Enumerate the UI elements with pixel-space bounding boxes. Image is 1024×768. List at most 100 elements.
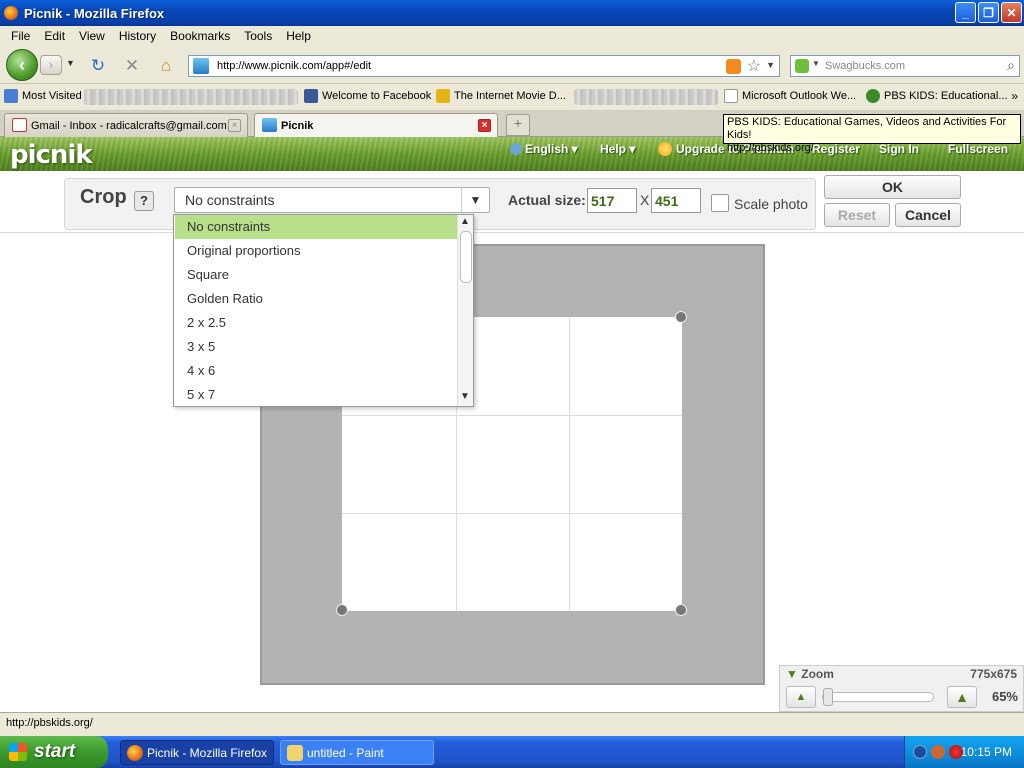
reset-button[interactable]: Reset	[824, 203, 890, 227]
close-tab-icon[interactable]: ×	[478, 119, 491, 132]
forward-button[interactable]: ›	[40, 55, 62, 75]
zoom-slider-track[interactable]	[822, 692, 934, 702]
bookmark-most-visited[interactable]: Most Visited	[4, 89, 82, 103]
window-title-bar[interactable]: Picnik - Mozilla Firefox _ ❐ ✕	[0, 0, 1024, 26]
ok-button[interactable]: OK	[824, 175, 961, 199]
url-dropdown-icon[interactable]: ▼	[766, 60, 775, 70]
search-engine-icon[interactable]	[795, 59, 809, 73]
crop-handle-bottom-right[interactable]	[675, 604, 687, 616]
menu-help[interactable]: Help	[279, 29, 318, 43]
menu-history[interactable]: History	[112, 29, 163, 43]
reload-icon[interactable]: ↻	[88, 56, 108, 76]
stop-icon[interactable]: ✕	[122, 56, 142, 76]
menu-edit[interactable]: Edit	[37, 29, 72, 43]
option-golden-ratio[interactable]: Golden Ratio	[175, 287, 458, 311]
crop-grid-line	[342, 513, 682, 514]
help-menu[interactable]: Help ▾	[600, 142, 635, 156]
back-button[interactable]: ‹	[6, 49, 38, 81]
site-favicon-icon	[193, 58, 209, 74]
picnik-favicon-icon	[262, 118, 277, 132]
pbs-kids-icon	[866, 89, 880, 103]
tab-label: Picnik	[281, 119, 314, 132]
size-separator: X	[640, 192, 650, 208]
scrollbar-thumb[interactable]	[460, 231, 472, 283]
tab-picnik[interactable]: Picnik ×	[254, 113, 498, 137]
option-5x7[interactable]: 5 x 7	[175, 383, 458, 406]
menu-file[interactable]: File	[4, 29, 37, 43]
zoom-in-button[interactable]: ▲	[947, 686, 977, 708]
tooltip-url: http://pbskids.org/	[727, 142, 814, 154]
tab-gmail[interactable]: Gmail - Inbox - radicalcrafts@gmail.com …	[4, 113, 248, 137]
tooltip-title: PBS KIDS: Educational Games, Videos and …	[727, 116, 1007, 141]
menu-bookmarks[interactable]: Bookmarks	[163, 29, 237, 43]
option-square[interactable]: Square	[175, 263, 458, 287]
history-dropdown-icon[interactable]: ▼	[66, 58, 75, 68]
clock: 10:15 PM	[960, 745, 1012, 759]
scale-photo-checkbox[interactable]	[711, 194, 729, 212]
taskbar-item-firefox[interactable]: Picnik - Mozilla Firefox	[120, 740, 274, 765]
scale-photo-label[interactable]: Scale photo	[734, 196, 808, 212]
firefox-icon	[4, 6, 18, 20]
crop-help-button[interactable]: ?	[134, 191, 154, 211]
redacted-bookmark[interactable]	[574, 89, 718, 105]
redacted-bookmark[interactable]	[84, 89, 298, 105]
constraint-value: No constraints	[185, 192, 275, 208]
width-input[interactable]	[587, 188, 637, 213]
tab-label: Gmail - Inbox - radicalcrafts@gmail.com	[31, 119, 227, 132]
zoom-percent: 65%	[991, 689, 1018, 704]
bookmark-imdb[interactable]: The Internet Movie D...	[436, 89, 566, 103]
crop-handle-top-right[interactable]	[675, 311, 687, 323]
imdb-icon	[436, 89, 450, 103]
bookmark-pbskids[interactable]: PBS KIDS: Educational...	[866, 89, 1008, 103]
most-visited-icon	[4, 89, 18, 103]
url-text: http://www.picnik.com/app#/edit	[217, 60, 372, 72]
search-icon[interactable]: ⌕	[1007, 57, 1015, 74]
crop-title: Crop	[80, 186, 127, 208]
taskbar-item-paint[interactable]: untitled - Paint	[280, 740, 434, 765]
search-box[interactable]: ▼ Swagbucks.com ⌕	[790, 55, 1020, 77]
new-tab-button[interactable]: +	[506, 114, 530, 136]
bookmark-label: Microsoft Outlook We...	[742, 90, 857, 102]
close-tab-icon[interactable]: ×	[228, 119, 241, 132]
taskbar: start Picnik - Mozilla Firefox untitled …	[0, 736, 1024, 768]
home-icon[interactable]: ⌂	[156, 56, 176, 76]
language-menu[interactable]: English ▾	[510, 142, 578, 156]
height-input[interactable]	[651, 188, 701, 213]
dropdown-scrollbar[interactable]: ▲ ▼	[457, 215, 473, 406]
option-4x6[interactable]: 4 x 6	[175, 359, 458, 383]
option-no-constraints[interactable]: No constraints	[175, 215, 458, 239]
constraint-select[interactable]: No constraints ▼	[174, 187, 490, 213]
option-3x5[interactable]: 3 x 5	[175, 335, 458, 359]
menu-bar: File Edit View History Bookmarks Tools H…	[0, 26, 1024, 46]
tray-chrome-icon[interactable]	[949, 745, 963, 759]
minimize-button[interactable]: _	[955, 2, 976, 23]
option-2x2-5[interactable]: 2 x 2.5	[175, 311, 458, 335]
start-button[interactable]: start	[0, 736, 108, 768]
rss-feed-icon[interactable]	[726, 59, 741, 74]
scroll-down-icon[interactable]: ▼	[460, 391, 470, 402]
restore-button[interactable]: ❐	[978, 2, 999, 23]
menu-tools[interactable]: Tools	[237, 29, 279, 43]
zoom-toggle[interactable]: ▼ Zoom	[786, 667, 834, 681]
bookmark-star-icon[interactable]: ☆	[747, 56, 761, 76]
bookmarks-overflow-icon[interactable]: »	[1011, 89, 1018, 103]
picnik-logo[interactable]: picnik	[10, 140, 93, 170]
scroll-up-icon[interactable]: ▲	[460, 216, 470, 227]
menu-view[interactable]: View	[72, 29, 112, 43]
tray-expand-icon[interactable]	[913, 745, 927, 759]
url-bar[interactable]: http://www.picnik.com/app#/edit ☆ ▼	[188, 55, 780, 77]
zoom-slider-thumb[interactable]	[823, 688, 833, 706]
crop-handle-bottom-left[interactable]	[336, 604, 348, 616]
cancel-button[interactable]: Cancel	[895, 203, 961, 227]
option-original-proportions[interactable]: Original proportions	[175, 239, 458, 263]
close-window-button[interactable]: ✕	[1001, 2, 1022, 23]
system-tray: 10:15 PM	[904, 736, 1024, 768]
search-engine-dropdown-icon[interactable]: ▼	[812, 59, 820, 68]
bookmark-facebook[interactable]: Welcome to Facebook	[304, 89, 431, 103]
chevron-down-icon[interactable]: ▼	[461, 188, 489, 212]
zoom-out-button[interactable]: ▲	[786, 686, 816, 708]
bookmark-tooltip: PBS KIDS: Educational Games, Videos and …	[723, 114, 1021, 154]
constraint-dropdown-list: No constraints Original proportions Squa…	[173, 214, 474, 407]
bookmark-outlook[interactable]: Microsoft Outlook We...	[724, 89, 856, 103]
tray-app-icon[interactable]	[931, 745, 945, 759]
